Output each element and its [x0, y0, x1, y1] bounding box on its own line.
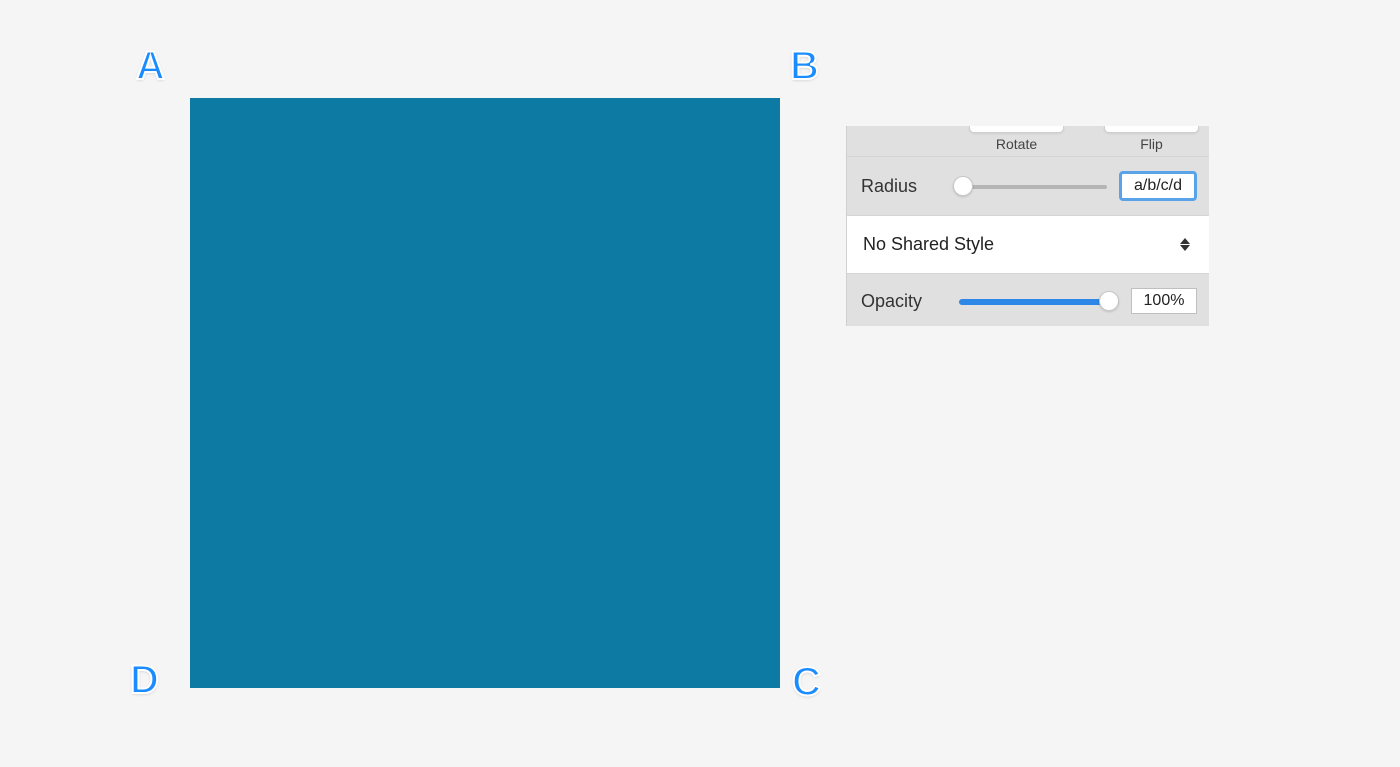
chevron-up-down-icon [1177, 235, 1193, 255]
radius-slider-thumb[interactable] [953, 176, 973, 196]
rotate-label: Rotate [969, 136, 1064, 152]
canvas-rectangle[interactable] [190, 98, 780, 688]
opacity-input[interactable] [1131, 288, 1197, 314]
radius-slider[interactable] [953, 176, 1107, 196]
radius-row: Radius [847, 156, 1209, 215]
radius-slider-track [953, 185, 1107, 189]
shared-style-dropdown[interactable]: No Shared Style [847, 215, 1209, 274]
shared-style-label: No Shared Style [863, 234, 994, 255]
flip-control[interactable]: Flip [1104, 126, 1199, 152]
rotate-button-stub[interactable] [969, 126, 1064, 133]
opacity-slider-fill [959, 299, 1119, 305]
opacity-slider-thumb[interactable] [1099, 291, 1119, 311]
opacity-row: Opacity [847, 274, 1209, 314]
opacity-slider[interactable] [959, 291, 1119, 311]
flip-button-stub[interactable] [1104, 126, 1199, 133]
radius-input[interactable] [1119, 171, 1197, 201]
corner-label-b: B [790, 44, 819, 89]
flip-label: Flip [1104, 136, 1199, 152]
corner-label-c: C [792, 660, 821, 705]
corner-label-d: D [130, 658, 159, 703]
transform-row: Rotate Flip [847, 126, 1209, 156]
opacity-label: Opacity [861, 291, 959, 312]
corner-label-a: A [136, 44, 165, 89]
radius-label: Radius [861, 176, 953, 197]
rotate-control[interactable]: Rotate [969, 126, 1064, 152]
inspector-panel: Rotate Flip Radius No Shared Style Opaci… [846, 126, 1209, 326]
